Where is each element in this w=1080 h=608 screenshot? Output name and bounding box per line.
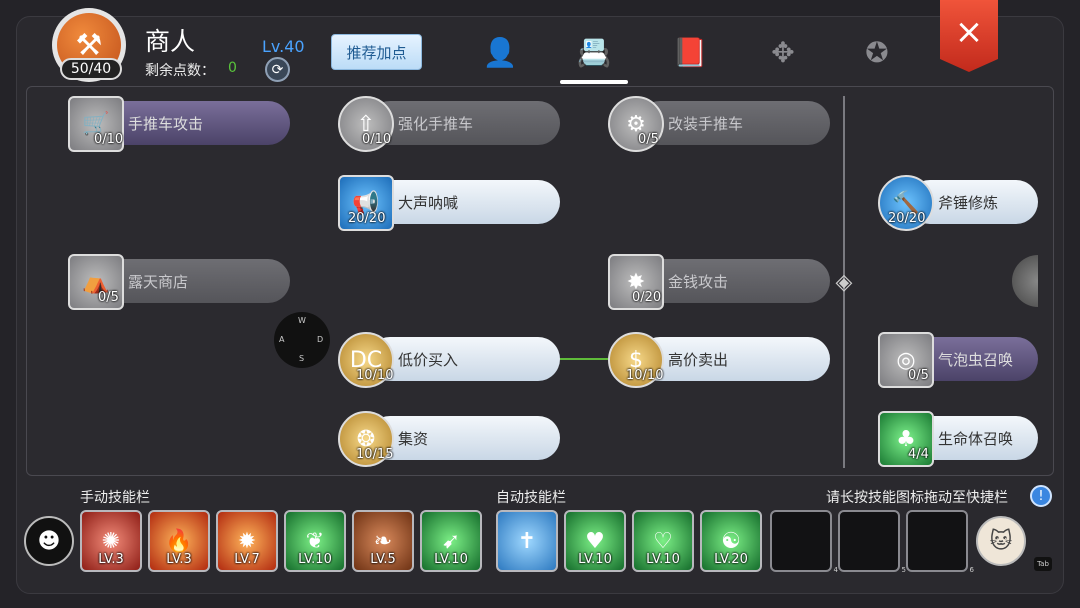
skill-name: 金钱攻击 xyxy=(638,259,830,303)
skill-level: 0/5 xyxy=(98,290,119,305)
skill-level: 10/10 xyxy=(356,368,394,383)
skill-level: 0/5 xyxy=(638,132,659,147)
drag-hint: 请长按技能图标拖动至快捷栏 xyxy=(826,490,1008,506)
info-icon[interactable]: ! xyxy=(1030,485,1052,507)
key-a: A xyxy=(279,335,285,344)
tab-journal[interactable]: 📕 xyxy=(670,32,710,72)
pet-button[interactable]: 🐱 xyxy=(976,516,1026,566)
empty-slot[interactable]: 5 xyxy=(838,510,906,574)
skill-name: 手推车攻击 xyxy=(98,101,290,145)
key-s: S xyxy=(299,354,305,363)
spirit-icon: ☯ xyxy=(721,528,741,554)
dash-icon: ➹ xyxy=(441,528,461,554)
auto-slot[interactable]: ✝ xyxy=(496,510,558,572)
skill-bubble-summon[interactable]: 气泡虫召唤 ◎ 0/5 xyxy=(878,332,1080,388)
skill-name: 改装手推车 xyxy=(638,101,830,145)
skill-level: 0/20 xyxy=(632,290,662,305)
character-level: Lv.40 xyxy=(262,37,305,56)
skill-name: 集资 xyxy=(368,416,560,460)
empty-slot[interactable]: 6 xyxy=(906,510,974,574)
blessing-icon: ✝ xyxy=(517,528,537,554)
job-title: 商人 xyxy=(145,27,196,56)
skill-discount[interactable]: 低价买入 DC 10/10 xyxy=(338,332,560,388)
tab-key-hint: Tab xyxy=(1034,557,1052,571)
skill-level: 10/15 xyxy=(356,447,394,462)
recommend-points-button[interactable]: 推荐加点 xyxy=(331,34,422,70)
close-button[interactable]: × xyxy=(940,0,998,72)
skill-name: 高价卖出 xyxy=(638,337,830,381)
tab-cross[interactable]: ✥ xyxy=(763,32,803,72)
manual-toggle-button[interactable]: ☻ xyxy=(24,516,74,566)
key-w: W xyxy=(298,316,306,325)
skill-level: 0/10 xyxy=(94,132,124,147)
manual-slot[interactable]: ❧ LV.5 xyxy=(352,510,414,572)
manual-slot[interactable]: ❦ LV.10 xyxy=(284,510,346,572)
job-xp: 50/40 xyxy=(60,58,122,80)
ornament-icon: ◈ xyxy=(835,269,853,295)
skill-level: 0/10 xyxy=(362,132,392,147)
skill-cart-remodel[interactable]: 改装手推车 ⚙ 0/5 xyxy=(608,96,830,152)
skill-name: 露天商店 xyxy=(98,259,290,303)
spikes-icon: ❧ xyxy=(373,528,393,554)
skill-fundraise[interactable]: 集资 ❂ 10/15 xyxy=(338,411,560,467)
auto-slot[interactable]: ☯ LV.20 xyxy=(700,510,762,572)
skill-level: 20/20 xyxy=(348,211,386,226)
remaining-points-label: 剩余点数： xyxy=(145,63,215,79)
person-star-icon: 👤 xyxy=(482,35,518,69)
skill-name: 低价买入 xyxy=(368,337,560,381)
reset-points-button[interactable]: ⟳ xyxy=(265,57,290,82)
skill-overcharge[interactable]: 高价卖出 $ 10/10 xyxy=(608,332,830,388)
skill-level: 10/10 xyxy=(626,368,664,383)
skill-window: { "header": { "job_title": "商人", "xp": "… xyxy=(0,0,1080,608)
skill-level: 4/4 xyxy=(908,447,929,462)
tab-character[interactable]: 👤 xyxy=(480,32,520,72)
smiley-icon: ☻ xyxy=(37,528,61,554)
cat-icon: 🐱 xyxy=(989,528,1013,554)
manual-slot[interactable]: ✺ LV.3 xyxy=(80,510,142,572)
skill-name: 大声呐喊 xyxy=(368,180,560,224)
contact-book-icon: 📇 xyxy=(576,35,612,69)
empty-slot[interactable]: 4 xyxy=(770,510,838,574)
wasd-navigator[interactable]: W A D S xyxy=(274,312,330,368)
manual-slot[interactable]: 🔥 LV.3 xyxy=(148,510,210,572)
skill-cart-attack[interactable]: 手推车攻击 🛒 0/10 xyxy=(68,96,290,152)
skill-level: 0/5 xyxy=(908,368,929,383)
skill-level: 20/20 xyxy=(888,211,926,226)
explosion-icon: ✹ xyxy=(237,528,257,554)
skill-loud-shout[interactable]: 大声呐喊 📢 20/20 xyxy=(338,175,560,231)
active-tab-indicator xyxy=(560,80,628,84)
cross-arrows-icon: ✥ xyxy=(771,35,795,69)
tab-skills[interactable]: 📇 xyxy=(574,32,614,72)
auto-slot[interactable]: ♡ LV.10 xyxy=(632,510,694,572)
manual-skillbar-label: 手动技能栏 xyxy=(80,490,150,506)
fire-icon: 🔥 xyxy=(165,528,193,554)
skill-axe-mastery[interactable]: 斧锤修炼 🔨 20/20 xyxy=(878,175,1080,231)
skill-life-summon[interactable]: 生命体召唤 ♣ 4/4 xyxy=(878,411,1080,467)
heart-icon: ♥ xyxy=(585,528,605,554)
manual-slot[interactable]: ✹ LV.7 xyxy=(216,510,278,572)
key-d: D xyxy=(317,335,324,344)
wind-icon: ❦ xyxy=(305,528,325,554)
book-icon: 📕 xyxy=(672,35,708,69)
auto-skillbar-label: 自动技能栏 xyxy=(496,490,566,506)
skill-money-attack[interactable]: 金钱攻击 ✸ 0/20 xyxy=(608,254,830,310)
manual-slot[interactable]: ➹ LV.10 xyxy=(420,510,482,572)
refresh-icon: ⟳ xyxy=(271,61,284,78)
skill-cart-upgrade[interactable]: 强化手推车 ⇧ 0/10 xyxy=(338,96,560,152)
skill-name: 强化手推车 xyxy=(368,101,560,145)
remaining-points-value: 0 xyxy=(228,60,237,76)
tab-emblem[interactable]: ✪ xyxy=(857,32,897,72)
winged-star-icon: ✪ xyxy=(865,35,889,69)
skill-vending[interactable]: 露天商店 ⛺ 0/5 xyxy=(68,254,290,310)
auto-slot[interactable]: ♥ LV.10 xyxy=(564,510,626,572)
flame-burst-icon: ✺ xyxy=(101,528,121,554)
close-icon: × xyxy=(954,12,984,52)
heart-shield-icon: ♡ xyxy=(653,528,673,554)
